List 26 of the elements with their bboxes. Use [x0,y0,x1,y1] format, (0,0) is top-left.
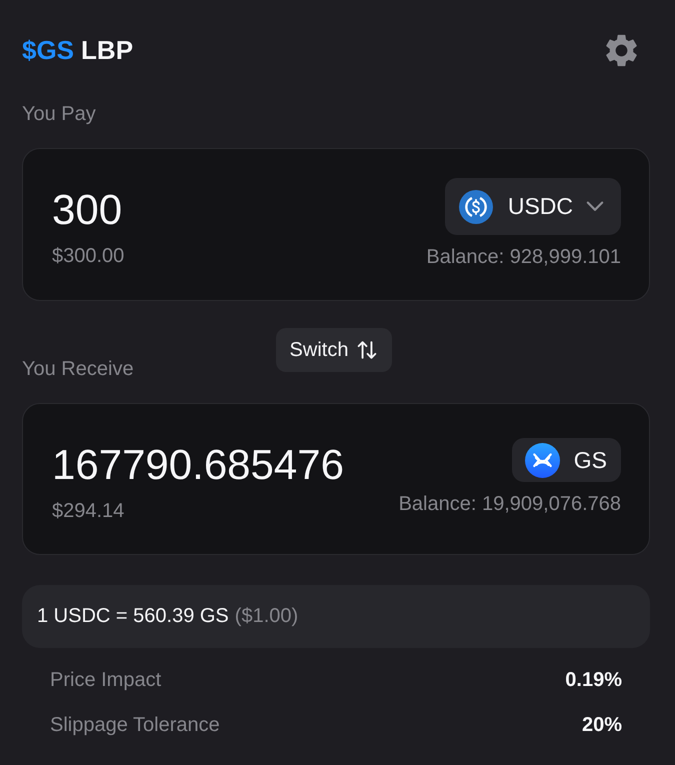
token-button[interactable]: USDC [444,178,621,235]
dollar-coin-icon [458,190,493,224]
detail-value: 0.19% [565,669,622,691]
usd-value: $294.14 [52,500,126,522]
switch-button[interactable]: Switch [276,328,392,372]
section-label: You Receive [22,358,134,380]
detail-label: Price Impact [50,669,162,691]
token-symbol: GS [574,446,607,474]
token-button[interactable]: GS [512,438,621,482]
amount-input[interactable]: 300 [52,178,252,242]
rate-usd-value: ($1.00) [234,605,298,628]
detail-value: 20% [582,714,622,736]
app-title: LBP [81,34,134,67]
balance-text: Balance: 19,909,076.768 [398,493,621,515]
token-logo-icon [524,442,560,478]
exchange-rate: 1 USDC = 560.39 GS [37,605,229,628]
balance-text: Balance: 928,999.101 [426,246,621,268]
chevron-down-icon [586,201,604,212]
swap-arrows-icon [357,340,378,360]
section-label: You Pay [22,103,97,125]
brand-name: $GS [22,34,74,67]
token-symbol: USDC [508,193,573,220]
detail-label: Slippage Tolerance [50,714,220,736]
settings-icon [606,34,637,66]
receive-amount: 167790.685476 [52,440,345,490]
usd-value: $300.00 [52,245,126,267]
